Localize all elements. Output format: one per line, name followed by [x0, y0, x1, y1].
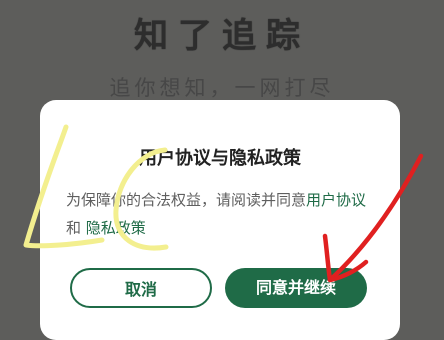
- cancel-button[interactable]: 取消: [70, 268, 212, 308]
- app-title: 知了追踪: [134, 16, 310, 56]
- dialog-title: 用户协议与隐私政策: [139, 148, 301, 169]
- dialog-message-text: 为保障你的合法权益，请阅读并同意: [66, 191, 307, 209]
- agree-continue-button[interactable]: 同意并继续: [225, 268, 367, 308]
- user-agreement-link[interactable]: 用户协议: [306, 191, 366, 209]
- dialog-message: 为保障你的合法权益，请阅读并同意用户协议 和 隐私政策: [66, 186, 378, 242]
- dialog-conjunction: 和: [66, 219, 86, 237]
- app-slogan: 追你想知，一网打尽: [109, 76, 335, 100]
- privacy-policy-link[interactable]: 隐私政策: [86, 219, 146, 237]
- privacy-consent-dialog: 用户协议与隐私政策 为保障你的合法权益，请阅读并同意用户协议 和 隐私政策 取消…: [40, 100, 400, 340]
